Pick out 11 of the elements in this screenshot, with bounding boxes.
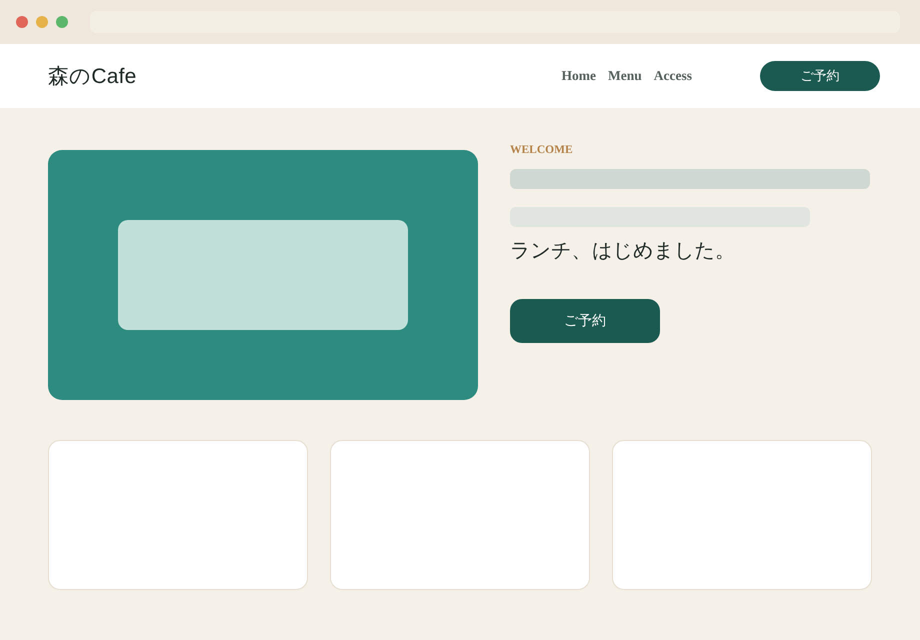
reserve-button[interactable]: ご予約 bbox=[510, 299, 660, 343]
nav-link[interactable]: Menu bbox=[608, 68, 642, 84]
minimize-button[interactable] bbox=[36, 16, 48, 28]
site-logo[interactable]: 森のCafe bbox=[48, 62, 137, 90]
nav-link[interactable]: Home bbox=[562, 68, 596, 84]
reserve-button[interactable]: ご予約 bbox=[760, 61, 880, 91]
eyebrow-label: WELCOME bbox=[510, 143, 573, 158]
nav-link[interactable]: Access bbox=[654, 68, 692, 84]
close-button[interactable] bbox=[16, 16, 28, 28]
hero-headline: ランチ、はじめました。 bbox=[510, 239, 736, 264]
zoom-button[interactable] bbox=[56, 16, 68, 28]
